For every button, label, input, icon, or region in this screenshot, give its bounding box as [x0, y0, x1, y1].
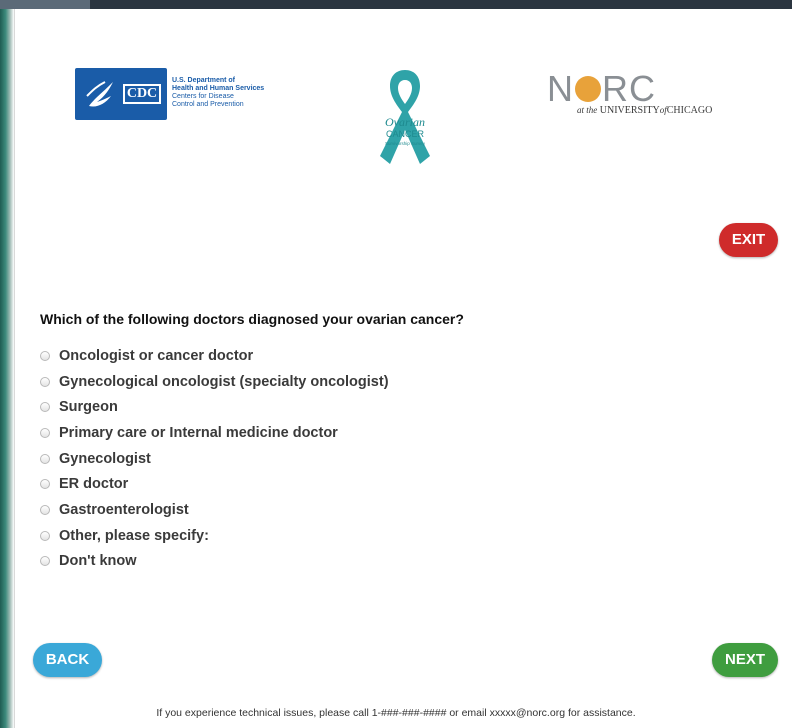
- option-label: Gynecologist: [59, 450, 151, 467]
- option-label: ER doctor: [59, 476, 129, 493]
- option-gastroenterologist[interactable]: Gastroenterologist: [40, 497, 389, 523]
- norc-sub-city: CHICAGO: [666, 105, 713, 116]
- hhs-line-4: Control and Prevention: [172, 101, 244, 108]
- ovarian-cancer-ribbon-logo: Ovarian CANCER Survivorship Survey: [380, 70, 430, 164]
- option-gynecologist[interactable]: Gynecologist: [40, 446, 389, 472]
- norc-university-text: at the UNIVERSITYofCHICAGO: [577, 105, 712, 116]
- option-label: Primary care or Internal medicine doctor: [59, 424, 338, 441]
- hhs-line-1: U.S. Department of: [172, 77, 236, 84]
- window-left-divider: [14, 9, 15, 728]
- option-label: Gastroenterologist: [59, 501, 189, 518]
- footer-assistance-text: If you experience technical issues, plea…: [156, 707, 636, 719]
- window-left-edge: [0, 9, 14, 728]
- back-button[interactable]: BACK: [33, 643, 102, 677]
- hhs-line-2: Health and Human Services: [172, 85, 265, 92]
- window-top-bar: [0, 0, 792, 9]
- option-oncologist[interactable]: Oncologist or cancer doctor: [40, 343, 389, 369]
- exit-button[interactable]: EXIT: [719, 223, 778, 257]
- norc-letters-rc: RC: [602, 68, 656, 109]
- next-button[interactable]: NEXT: [712, 643, 778, 677]
- hhs-eagle-icon: [86, 81, 113, 107]
- radio-button[interactable]: [40, 453, 50, 464]
- answer-options: Oncologist or cancer doctor Gynecologica…: [40, 343, 389, 574]
- radio-button[interactable]: [40, 556, 50, 567]
- radio-button[interactable]: [40, 479, 50, 490]
- cdc-logo: CDC: [75, 68, 167, 120]
- option-surgeon[interactable]: Surgeon: [40, 394, 389, 420]
- norc-sub-of: of: [659, 105, 667, 115]
- hhs-line-3: Centers for Disease: [172, 93, 234, 100]
- cdc-mark: CDC: [123, 84, 161, 104]
- hhs-agency-text: U.S. Department of Health and Human Serv…: [172, 77, 264, 109]
- radio-button[interactable]: [40, 427, 50, 438]
- ribbon-line-2: CANCER: [386, 129, 425, 139]
- ribbon-line-1: Ovarian: [385, 115, 425, 129]
- radio-button[interactable]: [40, 350, 50, 361]
- radio-button[interactable]: [40, 504, 50, 515]
- radio-button[interactable]: [40, 530, 50, 541]
- option-label: Other, please specify:: [59, 527, 209, 544]
- option-gynecological-oncologist[interactable]: Gynecological oncologist (specialty onco…: [40, 369, 389, 395]
- norc-o-icon: [575, 76, 601, 102]
- radio-button[interactable]: [40, 402, 50, 413]
- option-er-doctor[interactable]: ER doctor: [40, 471, 389, 497]
- norc-logo: N RC at the UNIVERSITYofCHICAGO: [547, 70, 737, 120]
- option-label: Don't know: [59, 553, 137, 570]
- option-primary-care[interactable]: Primary care or Internal medicine doctor: [40, 420, 389, 446]
- norc-sub-prefix: at the: [577, 105, 598, 115]
- norc-wordmark: N RC: [547, 70, 656, 108]
- norc-letter-n: N: [547, 68, 574, 109]
- question-text: Which of the following doctors diagnosed…: [40, 311, 464, 327]
- radio-button[interactable]: [40, 376, 50, 387]
- option-label: Gynecological oncologist (specialty onco…: [59, 373, 389, 390]
- ribbon-line-3: Survivorship Survey: [385, 141, 426, 146]
- option-label: Oncologist or cancer doctor: [59, 347, 254, 364]
- option-other[interactable]: Other, please specify:: [40, 523, 389, 549]
- window-tab: [0, 0, 90, 9]
- option-dont-know[interactable]: Don't know: [40, 549, 389, 575]
- option-label: Surgeon: [59, 399, 118, 416]
- norc-sub-main: UNIVERSITY: [599, 105, 660, 116]
